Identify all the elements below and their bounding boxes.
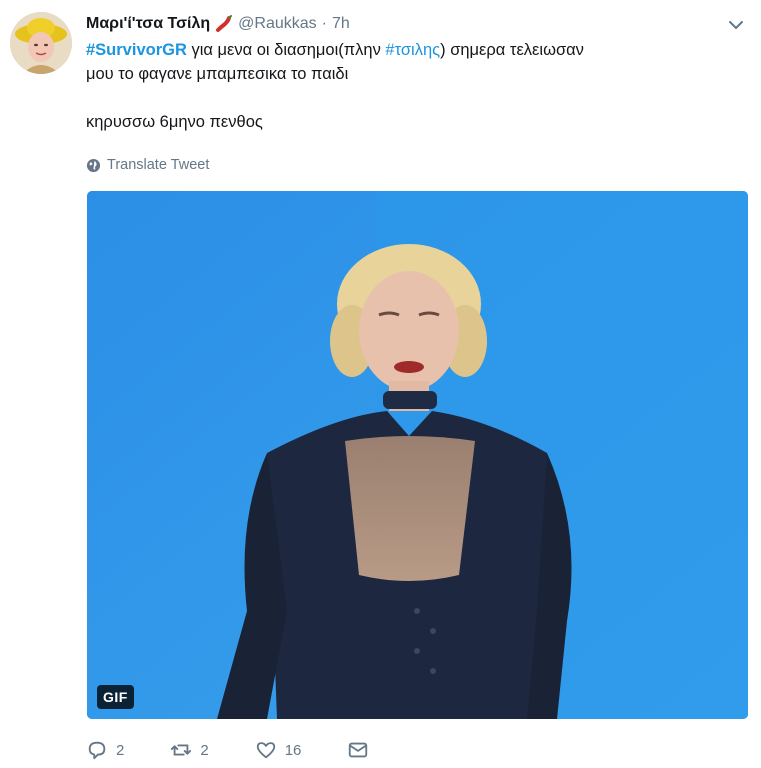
heart-icon — [256, 742, 275, 759]
globe-icon — [86, 158, 101, 172]
translate-tweet-link[interactable]: Translate Tweet — [86, 154, 209, 176]
avatar-image — [10, 12, 72, 74]
gif-frame — [87, 191, 748, 719]
retweet-icon — [171, 744, 192, 756]
envelope-icon — [349, 742, 368, 758]
reply-count: 2 — [116, 741, 125, 759]
line-spacer — [86, 86, 726, 110]
author-name[interactable]: Μαρι'ί'τσα Τσίλη — [86, 15, 210, 33]
direct-message-button[interactable] — [347, 739, 369, 761]
retweet-button[interactable]: 2 — [170, 739, 209, 761]
avatar[interactable] — [10, 12, 72, 74]
timestamp[interactable]: 7h — [332, 15, 350, 33]
translate-label: Translate Tweet — [107, 157, 210, 173]
gif-badge: GIF — [97, 685, 134, 709]
gif-media[interactable]: GIF — [87, 191, 748, 719]
retweet-count: 2 — [200, 741, 209, 759]
tweet-actions: 2 2 16 — [86, 734, 415, 766]
chevron-down-icon[interactable] — [725, 14, 747, 36]
tweet-text-line-3: κηρυσσω 6μηνο πενθος — [86, 113, 263, 131]
tweet-text-segment: για μενα οι διασημοι(πλην — [186, 41, 386, 59]
author-handle[interactable]: @Raukkas — [238, 15, 317, 33]
hashtag-tsilis[interactable]: #τσιλης — [385, 41, 440, 59]
hashtag-survivorgr[interactable]: #SurvivorGR — [86, 41, 187, 59]
hot-pepper-icon — [215, 15, 233, 33]
tweet-header: Μαρι'ί'τσα Τσίλη @Raukkas · 7h — [86, 12, 721, 36]
reply-icon — [88, 741, 106, 760]
tweet-text-segment: ) σημερα τελειωσαν — [440, 41, 584, 59]
like-count: 16 — [284, 741, 302, 759]
tweet-text-line-1: #SurvivorGR για μενα οι διασημοι(πλην #τ… — [86, 38, 726, 62]
tweet-text: #SurvivorGR για μενα οι διασημοι(πλην #τ… — [86, 38, 726, 134]
separator-dot: · — [321, 15, 327, 32]
tweet-text-line-2: μου το φαγανε μπαμπεσικα το παιδι — [86, 65, 349, 83]
reply-button[interactable]: 2 — [86, 739, 124, 761]
like-button[interactable]: 16 — [255, 739, 302, 761]
